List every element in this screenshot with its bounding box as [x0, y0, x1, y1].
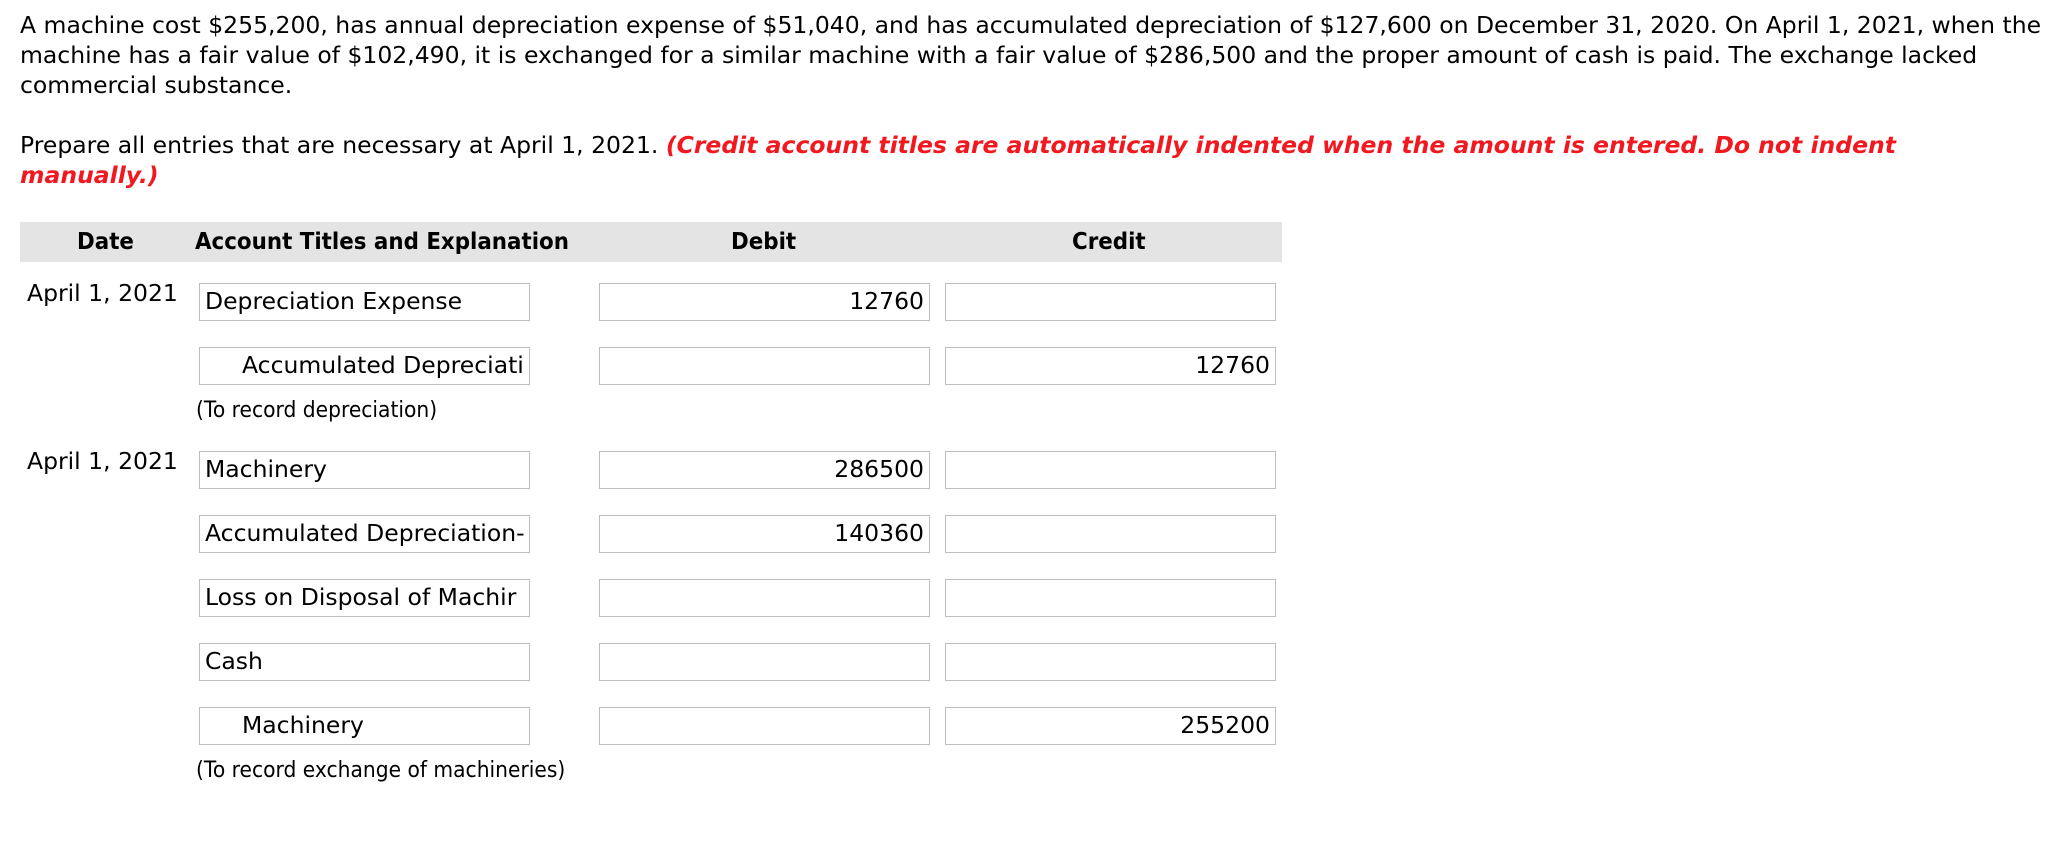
entry-explanation: (To record exchange of machineries): [196, 757, 566, 783]
journal-table-header: Date Account Titles and Explanation Debi…: [20, 222, 1282, 262]
account-title-input[interactable]: Machinery: [199, 451, 530, 489]
debit-input[interactable]: [599, 347, 930, 385]
debit-input[interactable]: 286500: [599, 451, 930, 489]
account-title-input[interactable]: Machinery: [199, 707, 530, 745]
account-title-input[interactable]: Accumulated Depreciati: [199, 347, 530, 385]
credit-input[interactable]: [945, 283, 1276, 321]
entry-date: April 1, 2021: [27, 279, 178, 307]
entry-date: April 1, 2021: [27, 447, 178, 475]
account-title-input[interactable]: Loss on Disposal of Machir: [199, 579, 530, 617]
credit-input[interactable]: 255200: [945, 707, 1276, 745]
debit-input[interactable]: [599, 643, 930, 681]
account-title-input[interactable]: Cash: [199, 643, 530, 681]
account-title-input[interactable]: Accumulated Depreciation-: [199, 515, 530, 553]
credit-input[interactable]: [945, 643, 1276, 681]
header-credit: Credit: [1072, 229, 1146, 255]
header-debit: Debit: [731, 229, 797, 255]
entry-explanation: (To record depreciation): [196, 397, 438, 423]
credit-input[interactable]: [945, 451, 1276, 489]
credit-input[interactable]: [945, 579, 1276, 617]
instruction: Prepare all entries that are necessary a…: [20, 130, 2040, 190]
debit-input[interactable]: [599, 579, 930, 617]
account-title-input[interactable]: Depreciation Expense: [199, 283, 530, 321]
debit-input[interactable]: 12760: [599, 283, 930, 321]
credit-input[interactable]: 12760: [945, 347, 1276, 385]
debit-input[interactable]: 140360: [599, 515, 930, 553]
instruction-text: Prepare all entries that are necessary a…: [20, 131, 666, 159]
header-account: Account Titles and Explanation: [195, 229, 569, 255]
header-date: Date: [77, 229, 134, 255]
credit-input[interactable]: [945, 515, 1276, 553]
debit-input[interactable]: [599, 707, 930, 745]
problem-statement: A machine cost $255,200, has annual depr…: [20, 11, 2042, 99]
